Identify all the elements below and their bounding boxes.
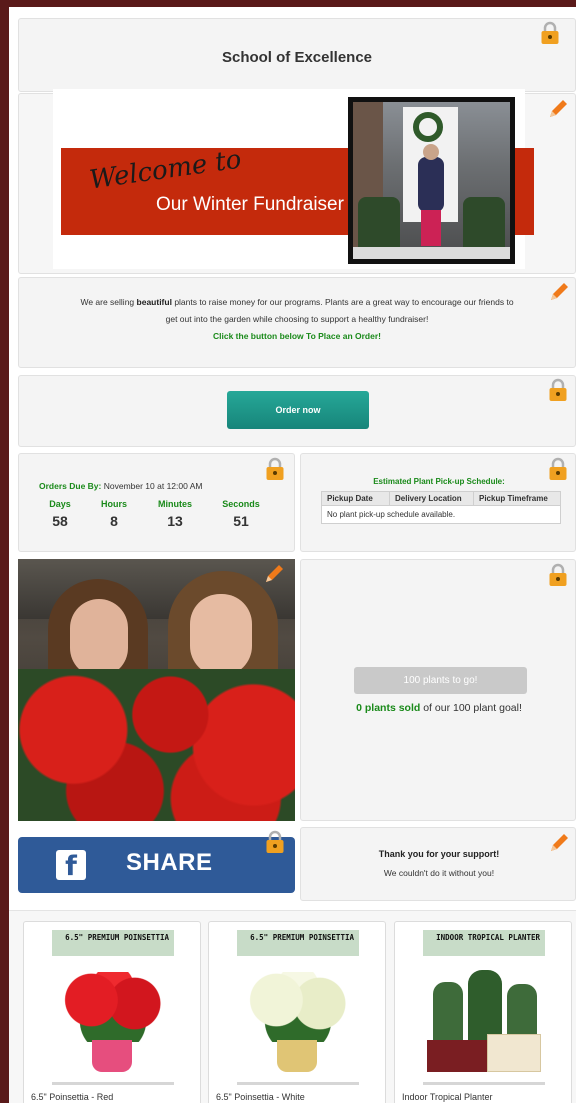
product-card[interactable]: 6.5" PREMIUM POINSETTIA 6.5" Poinsettia … bbox=[23, 921, 201, 1103]
thanks-panel bbox=[300, 827, 576, 901]
countdown-seconds-label: Seconds bbox=[222, 499, 260, 509]
product-image-white-poinsettia bbox=[239, 962, 357, 1077]
lock-icon[interactable] bbox=[265, 830, 285, 854]
intro-text: We are selling beautiful plants to raise… bbox=[19, 294, 575, 345]
product-tag: INDOOR TROPICAL PLANTER bbox=[423, 930, 545, 956]
schedule-col-date: Pickup Date bbox=[321, 491, 390, 506]
product-tag: 6.5" PREMIUM POINSETTIA bbox=[52, 930, 174, 956]
countdown-days-value: 58 bbox=[52, 513, 68, 529]
thanks-subtext: We couldn't do it without you! bbox=[383, 868, 495, 878]
facebook-icon: f bbox=[56, 850, 86, 882]
fundraiser-photo bbox=[18, 559, 295, 821]
edit-pencil-icon[interactable] bbox=[547, 831, 571, 855]
product-name[interactable]: Indoor Tropical Planter bbox=[402, 1092, 493, 1102]
product-name[interactable]: 6.5" Poinsettia - Red bbox=[31, 1092, 113, 1102]
countdown-minutes-value: 13 bbox=[167, 513, 183, 529]
plants-sold-goal: of our 100 plant goal! bbox=[420, 702, 522, 714]
intro-line2: get out into the garden while choosing t… bbox=[165, 314, 429, 324]
schedule-table: Pickup Date Delivery Location Pickup Tim… bbox=[321, 491, 561, 524]
order-now-button[interactable]: Order now bbox=[227, 391, 369, 429]
lock-icon[interactable] bbox=[540, 21, 560, 45]
lock-icon[interactable] bbox=[548, 563, 568, 587]
schedule-empty: No plant pick-up schedule available. bbox=[321, 505, 561, 524]
child-photo bbox=[353, 102, 510, 259]
plants-to-go-badge: 100 plants to go! bbox=[354, 667, 527, 694]
countdown-hours-label: Hours bbox=[100, 499, 127, 509]
intro-panel: We are selling beautiful plants to raise… bbox=[18, 277, 576, 368]
banner-photo bbox=[348, 97, 515, 264]
product-tag: 6.5" PREMIUM POINSETTIA bbox=[237, 930, 359, 956]
orders-due: Orders Due By: November 10 at 12:00 AM bbox=[39, 481, 203, 491]
countdown-hours-value: 8 bbox=[110, 513, 118, 529]
schedule-col-timeframe: Pickup Timeframe bbox=[473, 491, 561, 506]
lock-icon[interactable] bbox=[265, 457, 285, 481]
facebook-share-button[interactable]: f SHARE bbox=[18, 837, 295, 893]
product-fineprint bbox=[52, 1082, 174, 1085]
edit-pencil-icon[interactable] bbox=[262, 562, 286, 586]
plants-sold-text: 0 plants sold of our 100 plant goal! bbox=[303, 702, 575, 714]
header-panel: School of Excellence bbox=[18, 18, 576, 92]
product-name[interactable]: 6.5" Poinsettia - White bbox=[216, 1092, 305, 1102]
lock-icon[interactable] bbox=[548, 378, 568, 402]
intro-bold: beautiful bbox=[136, 297, 172, 307]
page-title: School of Excellence bbox=[221, 49, 373, 66]
countdown-minutes-label: Minutes bbox=[157, 499, 192, 509]
intro-pre: We are selling bbox=[80, 297, 137, 307]
schedule-title: Estimated Plant Pick-up Schedule: bbox=[373, 477, 505, 486]
edit-pencil-icon[interactable] bbox=[546, 97, 570, 121]
product-image-red-poinsettia bbox=[54, 962, 172, 1077]
countdown-days-label: Days bbox=[49, 499, 71, 509]
product-card[interactable]: INDOOR TROPICAL PLANTER Indoor Tropical … bbox=[394, 921, 572, 1103]
due-value: November 10 at 12:00 AM bbox=[103, 481, 203, 491]
page-frame: School of Excellence Welcome to Our Wint… bbox=[9, 7, 576, 1103]
product-fineprint bbox=[423, 1082, 545, 1085]
product-image-tropical-planter bbox=[423, 962, 545, 1077]
countdown-seconds-value: 51 bbox=[233, 513, 249, 529]
edit-pencil-icon[interactable] bbox=[547, 280, 571, 304]
product-fineprint bbox=[237, 1082, 359, 1085]
due-label: Orders Due By: bbox=[39, 481, 102, 491]
intro-post: plants to raise money for our programs. … bbox=[171, 297, 514, 307]
intro-cta: Click the button below To Place an Order… bbox=[213, 331, 381, 341]
schedule-col-location: Delivery Location bbox=[389, 491, 474, 506]
share-label: SHARE bbox=[126, 849, 213, 876]
product-card[interactable]: 6.5" PREMIUM POINSETTIA 6.5" Poinsettia … bbox=[208, 921, 386, 1103]
thanks-heading: Thank you for your support! bbox=[378, 849, 500, 859]
lock-icon[interactable] bbox=[548, 457, 568, 481]
plants-sold-count: 0 plants sold bbox=[356, 702, 421, 714]
banner-main-text: Our Winter Fundraiser bbox=[156, 194, 344, 215]
